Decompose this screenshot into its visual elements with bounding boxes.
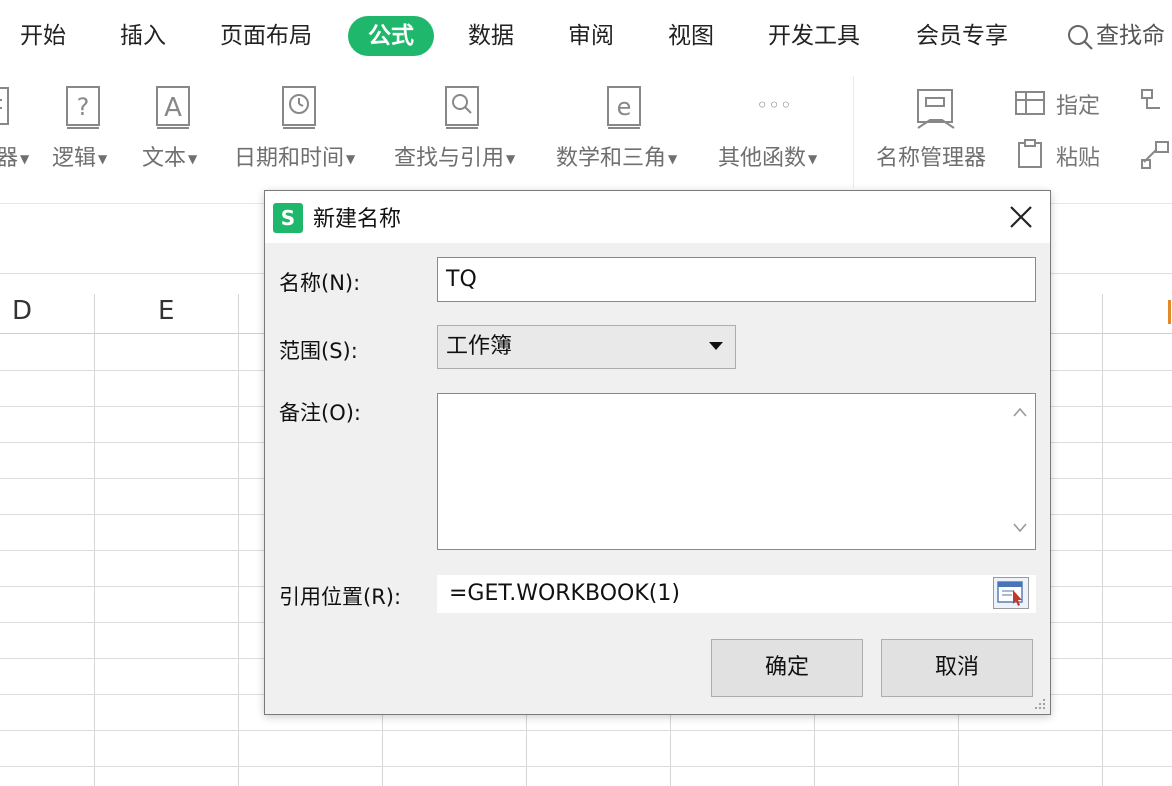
- tab-page-layout[interactable]: 页面布局: [220, 14, 312, 58]
- reference-input[interactable]: =GET.WORKBOOK(1): [437, 575, 1036, 613]
- scroll-up-icon[interactable]: [1012, 406, 1028, 418]
- range-select-icon: [997, 581, 1023, 606]
- tab-data[interactable]: 数据: [468, 14, 514, 58]
- name-input[interactable]: TQ: [437, 257, 1036, 302]
- search-command[interactable]: 查找命: [1066, 14, 1165, 58]
- comment-scrollbar[interactable]: [1005, 394, 1035, 549]
- tab-developer[interactable]: 开发工具: [768, 14, 860, 58]
- new-name-dialog: S 新建名称 名称(N): TQ 范围(S): 工作簿 备注(O): 引用位置(…: [264, 190, 1051, 715]
- dropdown-arrow-icon: [709, 342, 723, 350]
- ribbon-tab-bar: 开始 插入 页面布局 公式 数据 审阅 视图 开发工具 会员专享 查找命: [0, 0, 1172, 76]
- math-dropdown[interactable]: 数学和三角 ▼: [556, 140, 677, 172]
- scope-selected-value: 工作簿: [446, 334, 513, 359]
- assign-name-button[interactable]: 指定: [1056, 88, 1100, 120]
- name-label: 名称(N):: [279, 271, 361, 295]
- tab-insert[interactable]: 插入: [120, 14, 166, 58]
- dialog-title-bar[interactable]: S 新建名称: [265, 191, 1050, 243]
- comment-textarea[interactable]: [437, 393, 1036, 550]
- reference-label: 引用位置(R):: [279, 585, 402, 609]
- search-label: 查找命: [1096, 23, 1165, 49]
- lookup-function-icon: [445, 86, 479, 129]
- scroll-down-icon[interactable]: [1012, 522, 1028, 534]
- datetime-dropdown[interactable]: 日期和时间 ▼: [234, 140, 355, 172]
- more-functions-icon: ◦◦◦: [756, 93, 791, 117]
- name-manager-button[interactable]: 名称管理器: [876, 140, 986, 172]
- scope-select[interactable]: 工作簿: [437, 325, 736, 369]
- selected-column-marker: [1168, 300, 1171, 324]
- datetime-function-icon: [282, 86, 316, 129]
- resize-grip-icon[interactable]: [1034, 698, 1046, 710]
- ribbon-formulas: 器 ▼ ? 逻辑 ▼ A 文本 ▼ 日期和时间 ▼ 查找与引用 ▼ e 数学和三角 ▼ ◦◦…: [0, 76, 1172, 204]
- column-header-d[interactable]: D: [12, 296, 32, 326]
- logic-icon-glyph: ?: [77, 93, 90, 121]
- trace-dependents-icon[interactable]: [1140, 138, 1172, 170]
- wps-spreadsheet-logo-icon: S: [273, 203, 303, 233]
- text-function-icon: A: [156, 86, 190, 129]
- tab-home[interactable]: 开始: [20, 14, 66, 58]
- math-function-icon: e: [607, 86, 641, 129]
- math-icon-glyph: e: [617, 93, 632, 121]
- tab-member[interactable]: 会员专享: [916, 14, 1008, 58]
- ribbon-partial-group[interactable]: 器 ▼: [0, 140, 29, 172]
- more-icon-glyph: ◦◦◦: [756, 93, 791, 117]
- tab-review[interactable]: 审阅: [568, 14, 614, 58]
- cancel-button[interactable]: 取消: [881, 639, 1033, 697]
- tab-formulas[interactable]: 公式: [348, 16, 434, 56]
- column-header-e[interactable]: E: [158, 296, 174, 326]
- grid-line: [238, 294, 239, 786]
- grid-line: [0, 730, 1172, 731]
- close-icon[interactable]: [1003, 201, 1037, 233]
- collapse-dialog-button[interactable]: [993, 577, 1029, 609]
- grid-line: [94, 294, 95, 786]
- grid-line: [1102, 294, 1103, 786]
- grid-line: [0, 766, 1172, 767]
- paste-name-icon: [1018, 139, 1042, 168]
- logic-function-icon: ?: [66, 86, 100, 129]
- dialog-title: 新建名称: [313, 207, 402, 232]
- assign-name-icon: [1015, 91, 1045, 115]
- comment-label: 备注(O):: [279, 401, 361, 425]
- scope-label: 范围(S):: [279, 339, 358, 363]
- logic-dropdown[interactable]: 逻辑 ▼: [52, 140, 107, 172]
- search-icon: [1068, 24, 1093, 50]
- other-functions-dropdown[interactable]: 其他函数 ▼: [718, 140, 817, 172]
- lookup-dropdown[interactable]: 查找与引用 ▼: [394, 140, 515, 172]
- paste-name-button[interactable]: 粘贴: [1056, 140, 1100, 172]
- tab-view[interactable]: 视图: [668, 14, 714, 58]
- text-icon-glyph: A: [164, 93, 182, 123]
- book-icon: [0, 87, 9, 125]
- trace-precedents-icon[interactable]: [1140, 86, 1172, 116]
- name-manager-icon: [917, 89, 955, 129]
- ribbon-separator: [853, 76, 854, 188]
- ok-button[interactable]: 确定: [711, 639, 863, 697]
- text-dropdown[interactable]: 文本 ▼: [142, 140, 197, 172]
